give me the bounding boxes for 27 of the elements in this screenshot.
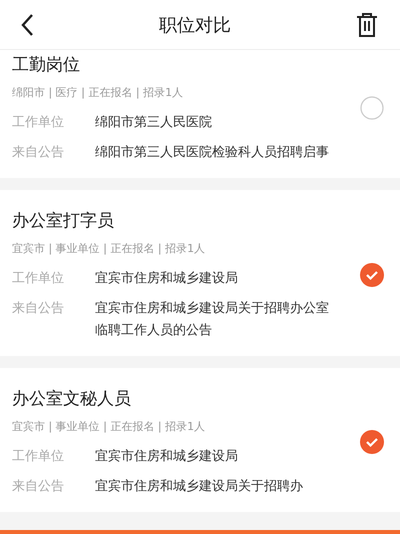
field-label: 来自公告 [12, 144, 65, 162]
field-label: 工作单位 [12, 114, 65, 132]
job-title: 办公室文秘人员 [12, 388, 132, 411]
field-value: 绵阳市第三人民医院 [95, 114, 213, 132]
job-card[interactable]: 办公室文秘人员 宜宾市 | 事业单位 | 正在报名 | 招录1人 工作单位 宜宾市住房和城乡建设局 来自公告 宜宾市住房和城乡建设局关于招聘办 [0, 368, 400, 512]
field-label: 来自公告 [12, 300, 65, 318]
back-icon[interactable] [20, 12, 34, 36]
checkbox[interactable] [360, 96, 384, 120]
job-title: 工勤岗位 [12, 54, 81, 77]
field-value: 宜宾市住房和城乡建设局关于招聘办公室临聘工作人员的公告 [95, 300, 330, 340]
field-value: 宜宾市住房和城乡建设局关于招聘办 [95, 478, 304, 496]
job-card[interactable]: 工勤岗位 绵阳市 | 医疗 | 正在报名 | 招录1人 工作单位 绵阳市第三人民医院 来自公告 绵阳市第三人民医院检验科人员招聘启事 [0, 50, 400, 178]
job-meta: 宜宾市 | 事业单位 | 正在报名 | 招录1人 [12, 241, 206, 257]
field-label: 工作单位 [12, 448, 65, 466]
page-title: 职位对比 [159, 14, 231, 36]
field-value: 宜宾市住房和城乡建设局 [95, 448, 239, 466]
trash-icon[interactable] [356, 12, 378, 38]
job-meta: 绵阳市 | 医疗 | 正在报名 | 招录1人 [12, 85, 184, 101]
field-label: 来自公告 [12, 478, 65, 496]
field-value: 宜宾市住房和城乡建设局 [95, 270, 239, 288]
field-value: 绵阳市第三人民医院检验科人员招聘启事 [95, 144, 330, 162]
job-meta: 宜宾市 | 事业单位 | 正在报名 | 招录1人 [12, 419, 206, 435]
field-label: 工作单位 [12, 270, 65, 288]
job-title: 办公室打字员 [12, 210, 115, 233]
checkbox[interactable] [360, 263, 384, 287]
checkbox[interactable] [360, 430, 384, 454]
job-card[interactable]: 办公室打字员 宜宾市 | 事业单位 | 正在报名 | 招录1人 工作单位 宜宾市住房和城乡建设局 来自公告 宜宾市住房和城乡建设局关于招聘办公室临聘工作人员的公告 [0, 190, 400, 356]
